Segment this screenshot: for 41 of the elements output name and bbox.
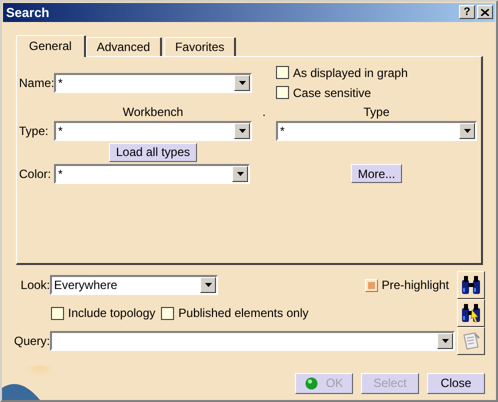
checkbox[interactable] xyxy=(161,306,174,320)
field-label: Name: xyxy=(19,76,54,90)
notepad-icon xyxy=(461,331,481,351)
more-button[interactable]: More... xyxy=(350,164,402,184)
checkbox-label: Include topology xyxy=(68,306,156,320)
field-label: Color: xyxy=(19,166,52,181)
help-button[interactable]: ? xyxy=(459,5,475,20)
column-heading: Workbench xyxy=(122,104,184,119)
window-title: Search xyxy=(6,4,50,20)
field-label: Query: xyxy=(12,334,50,348)
type-combo[interactable]: * xyxy=(276,120,477,141)
checkbox[interactable] xyxy=(276,66,289,80)
column-heading: Type xyxy=(362,104,390,119)
tab[interactable]: Advanced xyxy=(86,36,162,56)
tab[interactable]: General xyxy=(16,34,86,57)
checkbox-label: Published elements only xyxy=(178,306,308,320)
load-all-types-button[interactable]: Load all types xyxy=(108,142,198,162)
tab[interactable]: Favorites xyxy=(164,36,236,56)
look-combo[interactable]: Everywhere xyxy=(50,275,218,295)
binoculars-icon xyxy=(460,274,482,296)
field-label: Look: xyxy=(20,278,50,292)
checkbox-label: Pre-highlight xyxy=(382,278,449,292)
checkbox-label: Case sensitive xyxy=(293,86,372,100)
search-select-button[interactable] xyxy=(457,299,485,327)
name-combo[interactable]: * xyxy=(54,72,252,93)
workbench-combo[interactable]: * xyxy=(54,120,252,141)
checkbox[interactable] xyxy=(276,86,289,100)
dialog-button[interactable]: Close xyxy=(427,372,485,394)
checkbox[interactable] xyxy=(51,306,64,320)
checkbox-label: As displayed in graph xyxy=(293,66,408,80)
close-button[interactable] xyxy=(477,5,493,20)
binoculars-cursor-icon xyxy=(460,302,482,324)
globe-drawing xyxy=(2,366,52,400)
query-editor-button[interactable] xyxy=(457,327,485,355)
close-icon xyxy=(481,8,489,16)
color-combo[interactable]: * xyxy=(54,164,250,184)
search-button[interactable] xyxy=(457,271,485,299)
field-label: Type: xyxy=(19,124,50,138)
separator-text: . xyxy=(261,104,267,119)
query-combo[interactable] xyxy=(50,331,455,351)
ball-icon xyxy=(304,376,318,390)
